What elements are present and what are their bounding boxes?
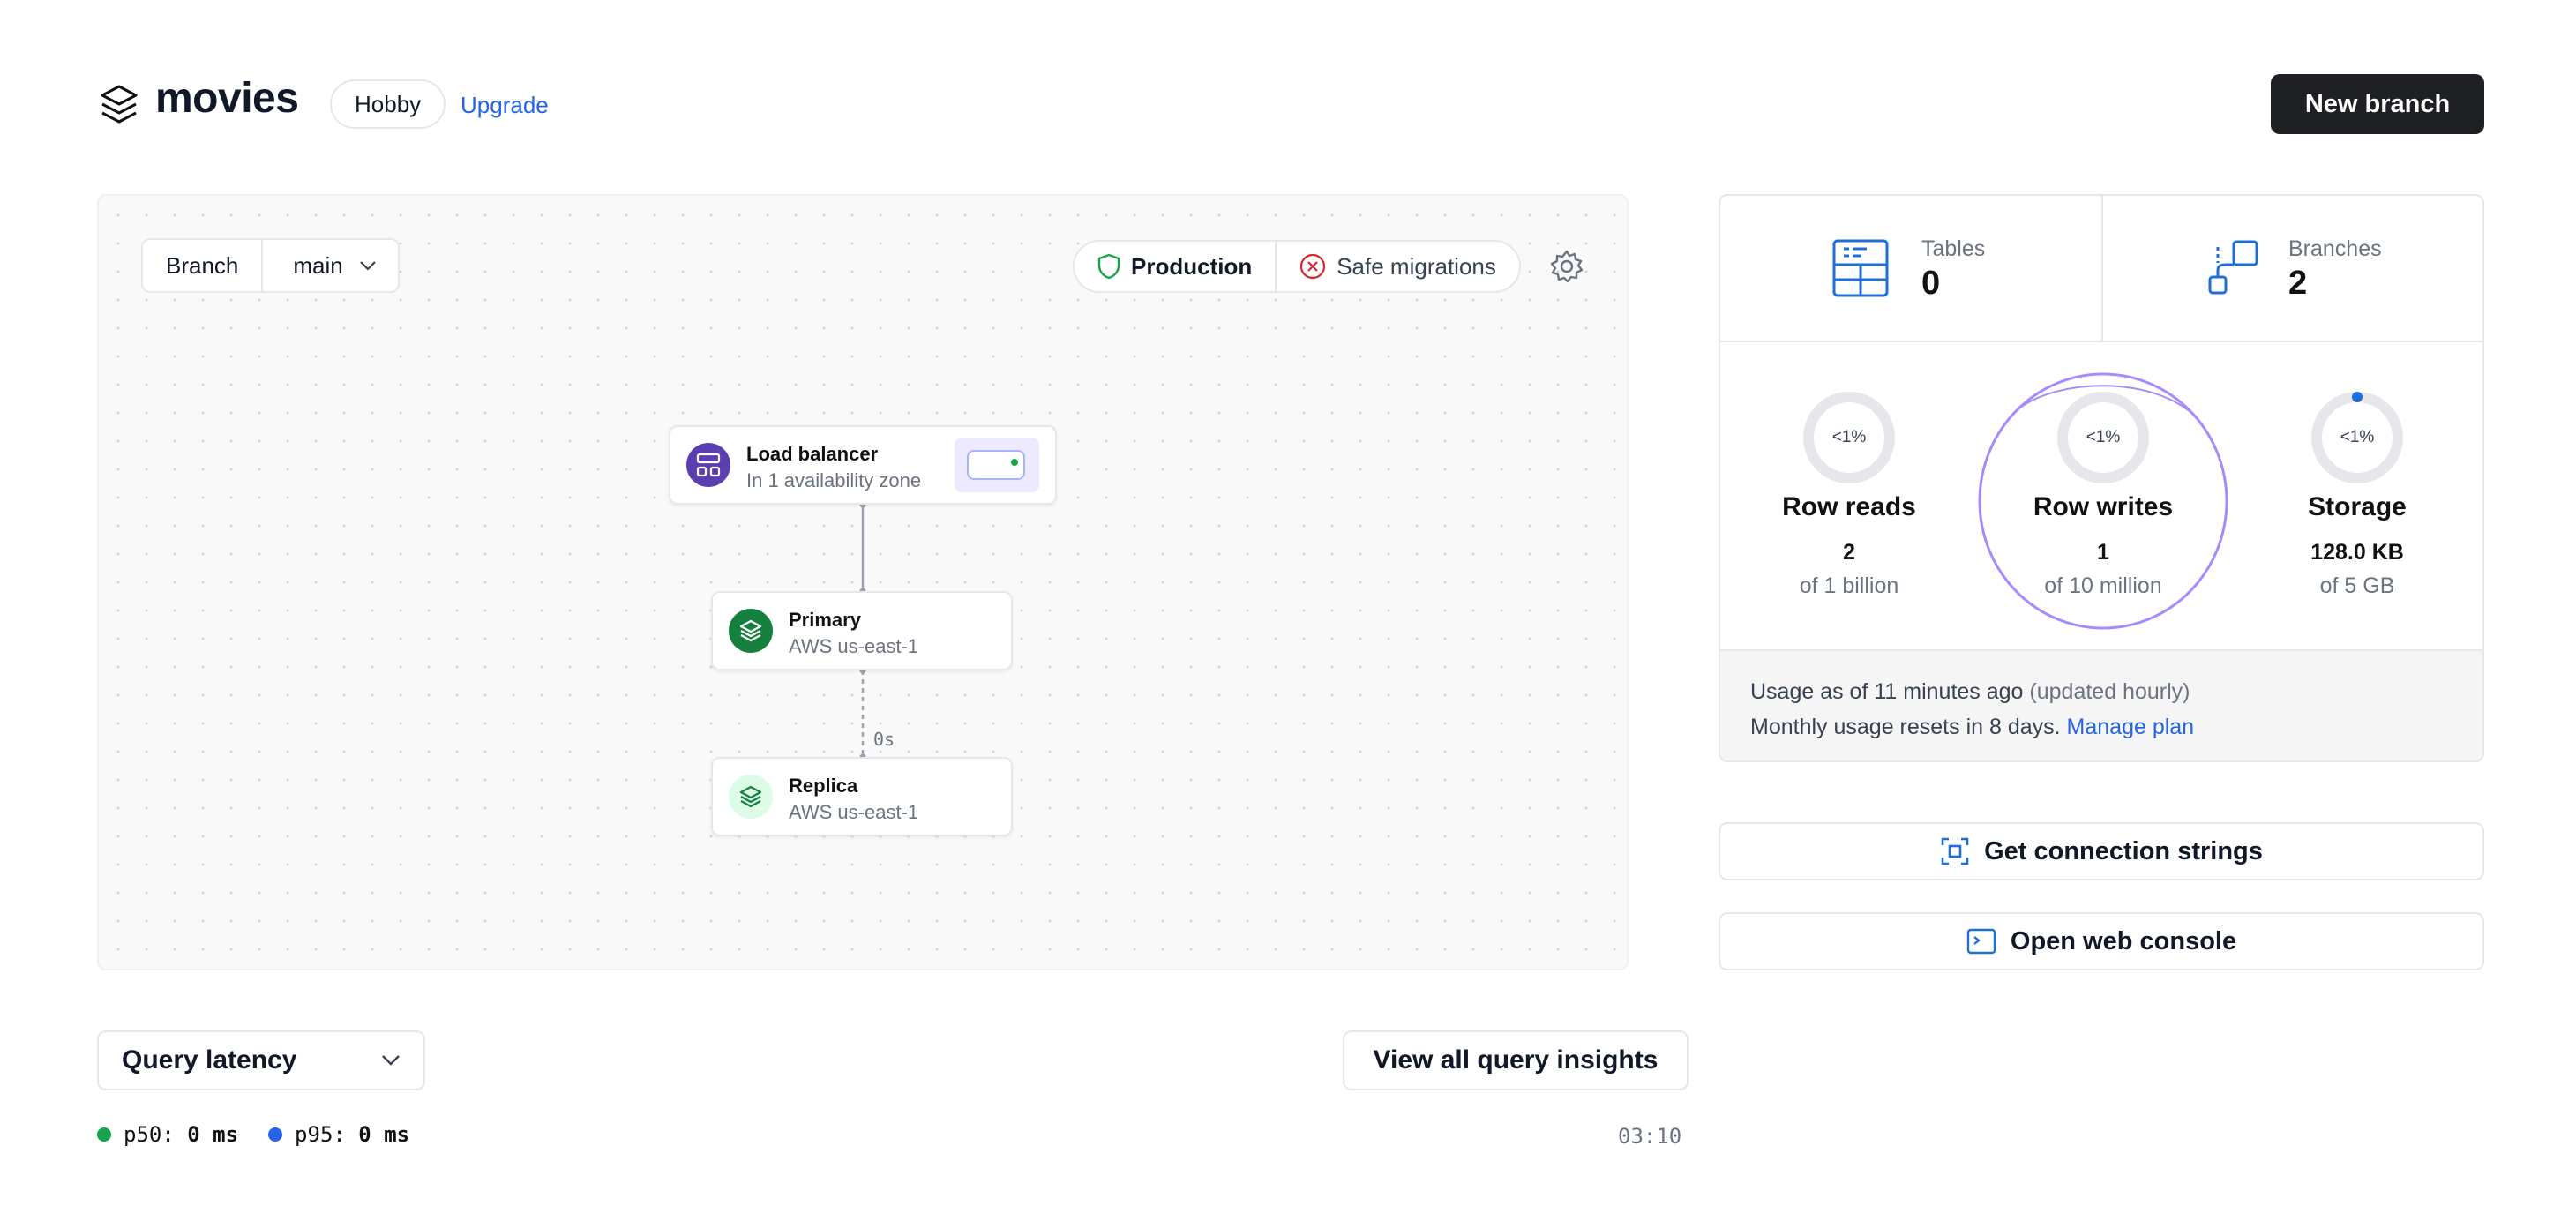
latency-legend: p50: 0 ms p95: 0 ms (97, 1122, 409, 1147)
p95-dot (268, 1127, 283, 1142)
tables-label: Tables (1921, 236, 1986, 261)
database-layers-icon (729, 609, 773, 653)
select-value: Query latency (122, 1045, 297, 1075)
load-balancer-icon (686, 443, 730, 487)
p95-value: 0 ms (358, 1122, 410, 1147)
database-layers-icon (729, 775, 773, 819)
terminal-icon (1966, 928, 1996, 955)
latency-time: 03:10 (1618, 1124, 1682, 1149)
usage-footer: Usage as of 11 minutes ago (updated hour… (1720, 649, 2482, 760)
open-web-console-button[interactable]: Open web console (1719, 912, 2484, 970)
row-reads-limit: of 1 billion (1799, 573, 1899, 598)
branches-value: 2 (2288, 265, 2308, 302)
usage-asof: Usage as of 11 minutes ago (1750, 679, 2024, 704)
row-reads-percent: <1% (1831, 428, 1867, 446)
primary-node[interactable]: Primary AWS us-east-1 (711, 591, 1013, 670)
table-icon (1832, 239, 1889, 297)
chevron-down-icon (382, 1055, 400, 1066)
p50-label: p50: (124, 1122, 175, 1147)
node-title: Primary (789, 609, 861, 631)
storage-value: 128.0 KB (2310, 540, 2404, 565)
tables-value: 0 (1921, 265, 1941, 302)
storage-percent: <1% (2340, 428, 2375, 446)
branches-label: Branches (2288, 236, 2382, 261)
connect-icon (1941, 837, 1969, 865)
node-subtitle: AWS us-east-1 (789, 801, 919, 823)
node-title: Load balancer (746, 443, 879, 465)
usage-updated: (updated hourly) (2029, 679, 2190, 704)
replica-node[interactable]: Replica AWS us-east-1 (711, 757, 1013, 836)
manage-plan-link[interactable]: Manage plan (2067, 715, 2195, 739)
node-subtitle: AWS us-east-1 (789, 635, 919, 657)
view-query-insights-button[interactable]: View all query insights (1343, 1030, 1689, 1090)
storage-limit: of 5 GB (2319, 573, 2395, 598)
row-reads-title: Row reads (1782, 492, 1916, 521)
status-dot (1011, 459, 1018, 466)
p95-label: p95: (295, 1122, 346, 1147)
p50-dot (97, 1127, 111, 1142)
node-subtitle: In 1 availability zone (746, 469, 922, 491)
annotation-circle (1978, 372, 2228, 630)
button-label: Get connection strings (1984, 836, 2263, 865)
branch-icon (2208, 240, 2258, 295)
divider (2101, 196, 2103, 341)
query-latency-select[interactable]: Query latency (97, 1030, 425, 1090)
node-title: Replica (789, 775, 858, 797)
replication-lag-label: 0s (873, 729, 895, 750)
usage-stats-card: Tables 0 Branches 2 <1% Row reads 2 of 1… (1719, 194, 2484, 762)
button-label: Open web console (2010, 926, 2237, 955)
get-connection-strings-button[interactable]: Get connection strings (1719, 822, 2484, 880)
stats-summary-row: Tables 0 Branches 2 (1720, 196, 2482, 342)
load-balancer-node[interactable]: Load balancer In 1 availability zone (669, 425, 1057, 505)
row-reads-value: 2 (1843, 540, 1855, 565)
usage-reset: Monthly usage resets in 8 days. (1750, 715, 2061, 739)
p50-value: 0 ms (187, 1122, 239, 1147)
p50-legend: p50: 0 ms (97, 1122, 238, 1147)
storage-title: Storage (2308, 492, 2407, 521)
p95-legend: p95: 0 ms (268, 1122, 409, 1147)
